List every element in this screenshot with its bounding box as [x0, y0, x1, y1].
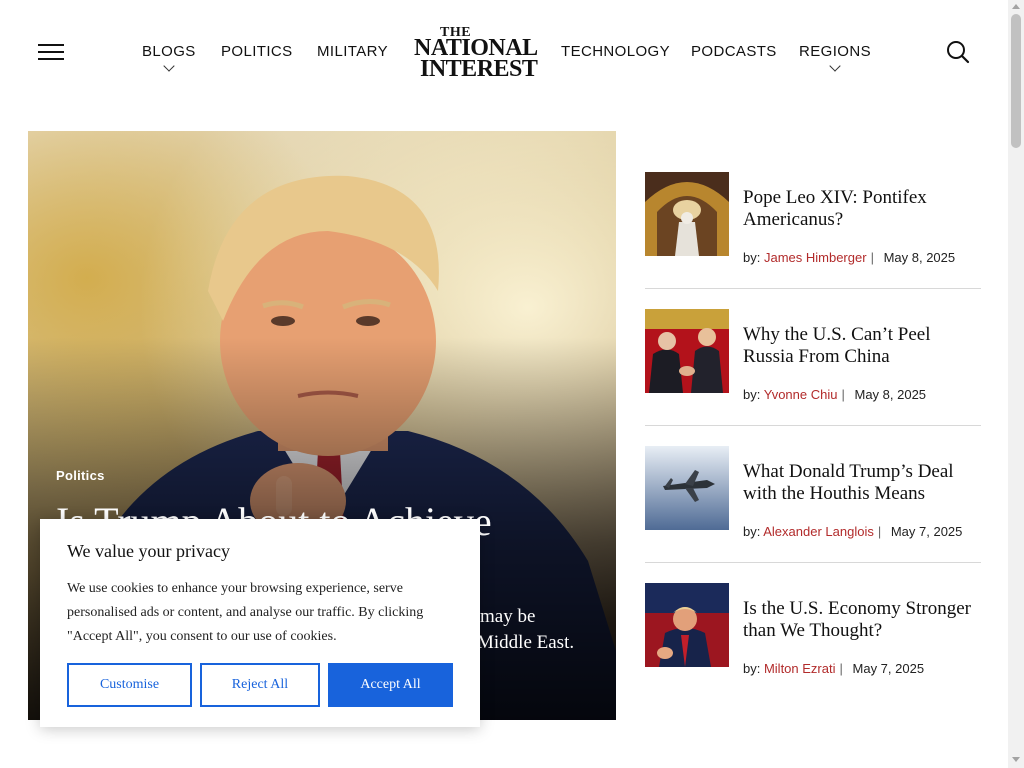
- author-link[interactable]: Alexander Langlois: [763, 524, 874, 539]
- scrollbar-thumb[interactable]: [1011, 14, 1021, 148]
- customise-button[interactable]: Customise: [67, 663, 192, 707]
- article-title[interactable]: What Donald Trump’s Deal with the Houthi…: [743, 461, 981, 505]
- nav-military-label: MILITARY: [317, 43, 388, 60]
- nav-technology-label: TECHNOLOGY: [561, 43, 671, 60]
- hamburger-menu-icon[interactable]: [38, 44, 64, 60]
- article-meta: by: Yvonne Chiu | May 8, 2025: [743, 387, 927, 402]
- chevron-down-icon: [829, 60, 841, 72]
- nav-politics[interactable]: POLITICS: [221, 43, 293, 60]
- site-header: BLOGS POLITICS MILITARY THE NATIONAL INT…: [0, 0, 1008, 110]
- byline-prefix: by:: [743, 661, 761, 676]
- article-date: May 7, 2025: [890, 524, 963, 539]
- article-date: May 8, 2025: [883, 250, 956, 265]
- article-thumbnail[interactable]: [645, 309, 729, 393]
- article-meta: by: James Himberger | May 8, 2025: [743, 250, 956, 265]
- chevron-down-icon: [163, 60, 175, 72]
- nav-regions-label: REGIONS: [799, 43, 871, 60]
- cookie-title: We value your privacy: [67, 541, 230, 561]
- reject-all-button[interactable]: Reject All: [200, 663, 320, 707]
- site-logo[interactable]: THE NATIONAL INTEREST: [412, 24, 538, 82]
- article-date: May 8, 2025: [854, 387, 927, 402]
- scroll-down-arrow-icon[interactable]: [1012, 757, 1020, 762]
- article-title[interactable]: Why the U.S. Can’t Peel Russia From Chin…: [743, 324, 981, 368]
- article-meta: by: Alexander Langlois | May 7, 2025: [743, 524, 963, 539]
- search-icon[interactable]: [946, 40, 970, 64]
- article-thumbnail[interactable]: [645, 172, 729, 256]
- nav-podcasts[interactable]: PODCASTS: [691, 43, 777, 60]
- page-scrollbar[interactable]: [1008, 0, 1024, 768]
- scroll-up-arrow-icon[interactable]: [1012, 4, 1020, 9]
- accept-all-button[interactable]: Accept All: [328, 663, 453, 707]
- nav-military[interactable]: MILITARY: [317, 43, 388, 60]
- divider: [645, 562, 981, 563]
- nav-blogs[interactable]: BLOGS: [142, 43, 196, 72]
- cookie-body: We use cookies to enhance your browsing …: [67, 581, 424, 644]
- article-card[interactable]: What Donald Trump’s Deal with the Houthi…: [645, 446, 981, 562]
- article-thumbnail[interactable]: [645, 583, 729, 667]
- article-date: May 7, 2025: [852, 661, 925, 676]
- author-link[interactable]: Milton Ezrati: [764, 661, 836, 676]
- logo-line-interest: INTEREST: [420, 56, 538, 82]
- nav-regions[interactable]: REGIONS: [799, 43, 871, 72]
- divider: [645, 288, 981, 289]
- article-card[interactable]: Why the U.S. Can’t Peel Russia From Chin…: [645, 309, 981, 425]
- article-card[interactable]: Pope Leo XIV: Pontifex Americanus? by: J…: [645, 172, 981, 288]
- nav-podcasts-label: PODCASTS: [691, 43, 777, 60]
- article-card[interactable]: Is the U.S. Economy Stronger than We Tho…: [645, 583, 981, 699]
- nav-politics-label: POLITICS: [221, 43, 293, 60]
- author-link[interactable]: Yvonne Chiu: [764, 387, 838, 402]
- cookie-consent-banner: We value your privacy We use cookies to …: [40, 519, 480, 727]
- nav-technology[interactable]: TECHNOLOGY: [561, 43, 670, 60]
- article-title[interactable]: Pope Leo XIV: Pontifex Americanus?: [743, 187, 981, 231]
- divider: [645, 425, 981, 426]
- nav-blogs-label: BLOGS: [142, 43, 196, 60]
- author-link[interactable]: James Himberger: [764, 250, 867, 265]
- byline-prefix: by:: [743, 524, 761, 539]
- hero-category[interactable]: Politics: [56, 468, 105, 483]
- article-thumbnail[interactable]: [645, 446, 729, 530]
- article-title[interactable]: Is the U.S. Economy Stronger than We Tho…: [743, 598, 981, 642]
- article-meta: by: Milton Ezrati | May 7, 2025: [743, 661, 925, 676]
- byline-prefix: by:: [743, 250, 761, 265]
- byline-prefix: by:: [743, 387, 761, 402]
